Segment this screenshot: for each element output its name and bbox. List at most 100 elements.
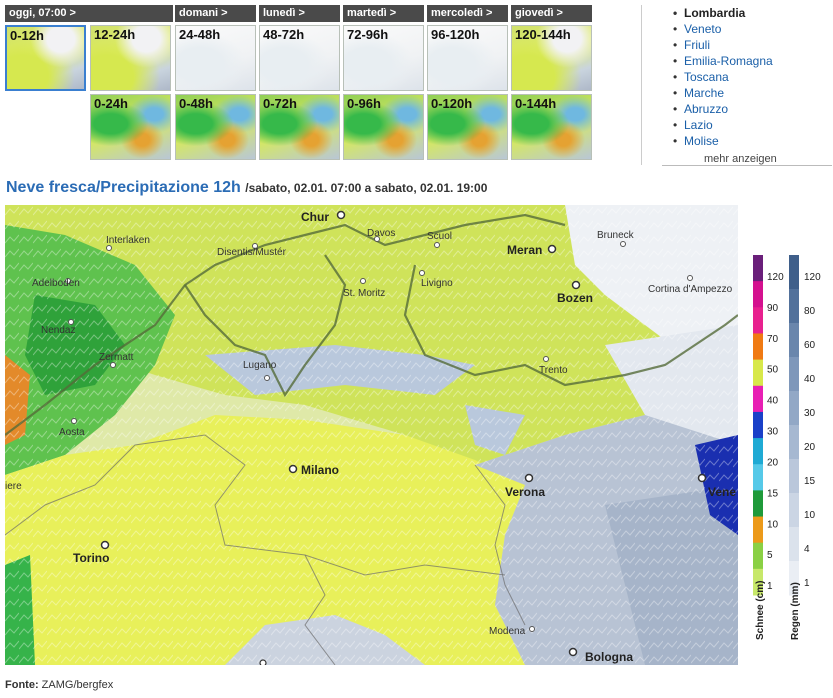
town-marker: [434, 242, 440, 248]
town-label-lugano: Lugano: [243, 360, 277, 371]
tab-72-96h[interactable]: 72-96h: [343, 25, 424, 91]
region-item-toscana[interactable]: Toscana: [660, 69, 830, 85]
town-marker: [529, 626, 535, 632]
rain-scale-label: 40: [804, 374, 816, 385]
page-title: Neve fresca/Precipitazione 12h /sabato, …: [6, 179, 487, 197]
region-item-emilia-romagna[interactable]: Emilia-Romagna: [660, 53, 830, 69]
town-marker: [419, 270, 425, 276]
tab-label: 48-72h: [263, 27, 305, 42]
tab-120-144h[interactable]: 120-144h: [511, 25, 592, 91]
source-name: ZAMG/bergfex: [41, 679, 114, 691]
town-marker: [71, 418, 77, 424]
snow-scale-swatch: [753, 542, 763, 570]
tab-label: 0-48h: [179, 96, 213, 111]
town-label-bruneck: Bruneck: [597, 230, 635, 241]
town-label-partial: iere: [5, 481, 22, 492]
town-label-st-moritz: St. Moritz: [343, 288, 385, 299]
snow-scale-swatch: [753, 438, 763, 465]
divider: [662, 165, 832, 166]
day-header-thursday[interactable]: giovedì >: [511, 5, 592, 22]
snow-scale-swatch: [753, 333, 763, 361]
rain-scale-swatch: [789, 357, 799, 392]
tab-0-72h[interactable]: 0-72h: [259, 94, 340, 160]
show-more-link[interactable]: mehr anzeigen: [704, 153, 777, 165]
tab-0-96h[interactable]: 0-96h: [343, 94, 424, 160]
region-item-marche[interactable]: Marche: [660, 85, 830, 101]
svg-text:Bozen: Bozen: [557, 291, 593, 305]
tab-0-48h[interactable]: 0-48h: [175, 94, 256, 160]
snow-scale-title: Schnee (cm): [755, 581, 766, 640]
rain-scale-label: 20: [804, 442, 816, 453]
town-label-disentis: Disentis/Mustér: [217, 247, 287, 258]
town-label-cortina: Cortina d'Ampezzo: [648, 284, 733, 295]
town-label-livigno: Livigno: [421, 278, 453, 289]
svg-text:Bologna: Bologna: [585, 650, 633, 664]
rain-scale-swatch: [789, 527, 799, 562]
town-label-modena: Modena: [489, 626, 526, 637]
region-item-veneto[interactable]: Veneto: [660, 21, 830, 37]
snow-scale-label: 20: [767, 457, 779, 468]
day-header-tomorrow[interactable]: domani >: [175, 5, 256, 22]
region-item-abruzzo[interactable]: Abruzzo: [660, 101, 830, 117]
rain-scale-label: 1: [804, 578, 810, 589]
snow-scale-swatch: [753, 359, 763, 387]
region-list: Lombardia Veneto Friuli Emilia-Romagna T…: [660, 5, 830, 149]
day-header-monday[interactable]: lunedì >: [259, 5, 340, 22]
tab-0-144h[interactable]: 0-144h: [511, 94, 592, 160]
snow-scale-label: 40: [767, 396, 779, 407]
svg-text:Meran: Meran: [507, 243, 542, 257]
region-item-friuli[interactable]: Friuli: [660, 37, 830, 53]
town-marker: [687, 275, 693, 281]
rain-scale-label: 10: [804, 510, 816, 521]
day-header-today[interactable]: oggi, 07:00 >: [5, 5, 173, 22]
town-label-trento: Trento: [539, 365, 568, 376]
rain-scale-title: Regen (mm): [790, 582, 801, 640]
day-header-wednesday[interactable]: mercoledì >: [427, 5, 508, 22]
tab-96-120h[interactable]: 96-120h: [427, 25, 508, 91]
svg-text:Chur: Chur: [301, 210, 329, 224]
rain-scale-swatch: [789, 323, 799, 358]
town-marker: [106, 245, 112, 251]
tab-0-12h[interactable]: 0-12h: [5, 25, 86, 91]
tab-label: 96-120h: [431, 27, 480, 42]
snow-scale-swatch: [753, 385, 763, 413]
town-marker: [264, 375, 270, 381]
snow-scale-label: 70: [767, 334, 779, 345]
snow-scale-swatch: [753, 464, 763, 491]
rain-scale-label: 30: [804, 408, 816, 419]
town-label-adelboden: Adelboden: [32, 278, 80, 289]
town-marker: [360, 278, 366, 284]
tab-48-72h[interactable]: 48-72h: [259, 25, 340, 91]
forecast-map[interactable]: Chur Meran Bozen Milano Verona Vene Tori…: [5, 205, 738, 665]
rain-scale-label: 80: [804, 306, 816, 317]
town-marker: [543, 356, 549, 362]
tab-label: 24-48h: [179, 27, 221, 42]
region-item-lazio[interactable]: Lazio: [660, 117, 830, 133]
rain-scale-label: 60: [804, 340, 816, 351]
tab-0-24h[interactable]: 0-24h: [90, 94, 171, 160]
tab-12-24h[interactable]: 12-24h: [90, 25, 171, 91]
rain-scale-swatch: [789, 459, 799, 494]
town-marker: [620, 241, 626, 247]
day-header-tuesday[interactable]: martedì >: [343, 5, 424, 22]
tab-24-48h[interactable]: 24-48h: [175, 25, 256, 91]
divider: [641, 5, 642, 165]
town-label-aosta: Aosta: [59, 427, 85, 438]
rain-scale: 120 80 60 40 30 20 15 10 4 1: [789, 255, 821, 596]
snow-scale-label: 50: [767, 365, 779, 376]
source-credit: Fonte: ZAMG/bergfex: [5, 679, 113, 691]
rain-scale-label: 15: [804, 476, 816, 487]
snow-scale-swatch: [753, 281, 763, 308]
town-marker: [110, 362, 116, 368]
snow-scale-label: 15: [767, 488, 779, 499]
region-item-molise[interactable]: Molise: [660, 133, 830, 149]
tab-label: 120-144h: [515, 27, 571, 42]
tab-label: 0-72h: [263, 96, 297, 111]
region-item-lombardia[interactable]: Lombardia: [660, 5, 830, 21]
snow-scale-label: 90: [767, 303, 779, 314]
tab-label: 0-96h: [347, 96, 381, 111]
tab-0-120h[interactable]: 0-120h: [427, 94, 508, 160]
tab-label: 0-12h: [10, 28, 44, 43]
snow-scale-swatch: [753, 490, 763, 518]
snow-scale-swatch: [753, 411, 763, 439]
